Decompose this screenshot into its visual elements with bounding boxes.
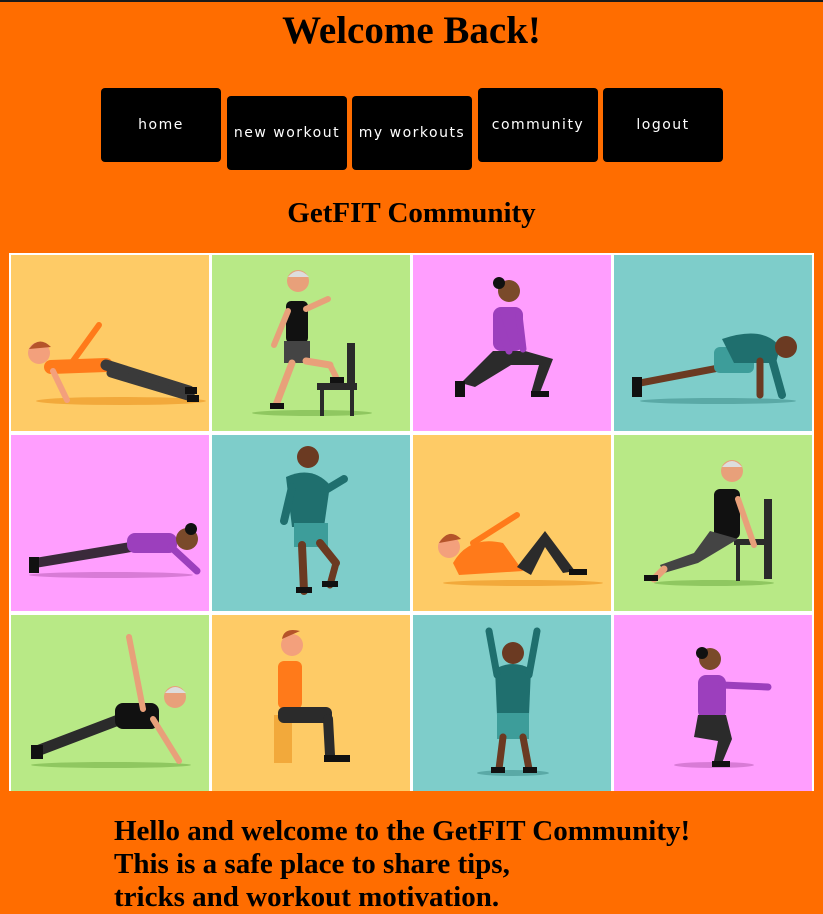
nav-my-workouts-label: my workouts bbox=[358, 125, 466, 141]
jumping-jack-illustration bbox=[413, 615, 611, 791]
exercise-tile-push-up bbox=[614, 255, 812, 431]
tile-background bbox=[11, 435, 209, 611]
welcome-line: This is a safe place to share tips, bbox=[114, 848, 510, 880]
nav-community-button[interactable]: community bbox=[478, 88, 598, 162]
exercise-gallery bbox=[9, 253, 814, 791]
welcome-line: Hello and welcome to the GetFIT Communit… bbox=[114, 815, 691, 847]
nav-my-workouts-button[interactable]: my workouts bbox=[352, 96, 472, 170]
forearm-plank-illustration bbox=[11, 435, 209, 611]
lunge-illustration bbox=[413, 255, 611, 431]
step-up-illustration bbox=[212, 255, 410, 431]
nav-logout-label: logout bbox=[636, 117, 690, 133]
nav-home-label: home bbox=[138, 117, 184, 133]
tile-background bbox=[212, 615, 410, 791]
side-plank-illustration bbox=[11, 255, 209, 431]
nav-logout-button[interactable]: logout bbox=[603, 88, 723, 162]
exercise-tile-forearm-plank bbox=[11, 435, 209, 611]
crunch-illustration bbox=[413, 435, 611, 611]
exercise-tile-high-knees bbox=[212, 435, 410, 611]
side-plank-reach-illustration bbox=[11, 615, 209, 791]
exercise-tile-chair-dip bbox=[614, 435, 812, 611]
welcome-line: tricks and workout motivation. bbox=[114, 881, 500, 913]
exercise-tile-lunge bbox=[413, 255, 611, 431]
chair-dip-illustration bbox=[614, 435, 812, 611]
section-title: GetFIT Community bbox=[287, 197, 536, 229]
exercise-tile-side-plank bbox=[11, 255, 209, 431]
exercise-tile-wall-sit bbox=[212, 615, 410, 791]
push-up-illustration bbox=[614, 255, 812, 431]
nav-new-workout-button[interactable]: new workout bbox=[227, 96, 347, 170]
top-border bbox=[0, 0, 823, 2]
exercise-tile-jumping-jack bbox=[413, 615, 611, 791]
exercise-tile-side-plank-reach bbox=[11, 615, 209, 791]
exercise-tile-crunch bbox=[413, 435, 611, 611]
page-title: Welcome Back! bbox=[282, 9, 541, 52]
high-knees-illustration bbox=[212, 435, 410, 611]
nav-community-label: community bbox=[491, 117, 585, 133]
welcome-message: Hello and welcome to the GetFIT Communit… bbox=[114, 815, 814, 914]
nav-home-button[interactable]: home bbox=[101, 88, 221, 162]
exercise-tile-step-up bbox=[212, 255, 410, 431]
wall-sit-illustration bbox=[212, 615, 410, 791]
squat-illustration bbox=[614, 615, 812, 791]
tile-background bbox=[212, 255, 410, 431]
nav-new-workout-label: new workout bbox=[233, 125, 341, 141]
exercise-tile-squat bbox=[614, 615, 812, 791]
